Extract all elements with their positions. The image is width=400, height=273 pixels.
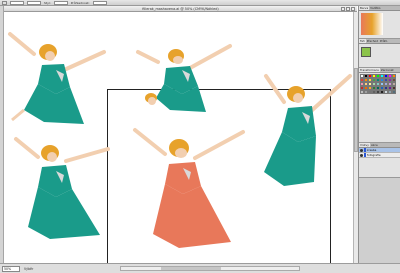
color-panel[interactable] (359, 11, 400, 39)
status-label: Výběr (24, 266, 34, 271)
tab-stroke[interactable]: Tah (359, 39, 366, 43)
layer-name: kresba (367, 148, 377, 152)
tab-gradient[interactable]: Přechod (366, 39, 379, 43)
tab-actions[interactable]: Akce (370, 143, 379, 147)
figure-dancer-2[interactable] (134, 42, 244, 122)
swatch-44[interactable] (392, 90, 396, 94)
layer-name: fotografie (367, 153, 381, 157)
tab-layers[interactable]: Vrstvy (359, 143, 370, 147)
layers-panel[interactable]: kresba fotografie (359, 148, 400, 178)
eye-icon[interactable] (360, 148, 363, 152)
swatches-panel[interactable] (359, 73, 400, 143)
figure-dancer-1[interactable] (4, 32, 114, 132)
minimize-icon[interactable] (341, 7, 345, 11)
layer-color-icon (364, 148, 366, 152)
selection-tool-icon[interactable] (2, 0, 7, 5)
swatch-grid[interactable] (359, 73, 400, 95)
close-icon[interactable] (351, 7, 355, 11)
zoom-field[interactable]: 50% (2, 265, 20, 272)
tab-align[interactable]: Zarovnat (380, 68, 395, 72)
horizontal-scrollbar[interactable] (120, 266, 300, 271)
figure-dancer-4[interactable] (4, 127, 124, 247)
fill-field[interactable] (10, 0, 24, 5)
figure-head-small[interactable] (142, 90, 162, 110)
figure-dancer-5[interactable] (129, 122, 259, 262)
tab-guide[interactable]: Vodítko (369, 6, 381, 10)
maximize-icon[interactable] (346, 7, 350, 11)
opacity-label: Průhlednost: (70, 0, 90, 5)
status-bar: 50% Výběr (0, 263, 400, 273)
style-field[interactable] (53, 0, 68, 5)
document-title: fillerak_mashavena.ai @ 50% (CMYK/Náhled… (142, 6, 219, 11)
tab-transform[interactable]: Transformace (359, 68, 380, 72)
canvas[interactable] (4, 12, 357, 263)
tab-color[interactable]: Barva (359, 6, 370, 10)
opacity-field[interactable] (92, 0, 107, 5)
stroke-panel[interactable] (359, 44, 400, 68)
stroke-field[interactable] (27, 0, 41, 5)
layer-row[interactable]: fotografie (359, 153, 400, 158)
layer-color-icon (364, 153, 366, 157)
tab-transparency[interactable]: Průhl. (379, 39, 389, 43)
panel-dock: Barva Vodítko Tah Přechod Průhl. Transfo… (358, 6, 400, 263)
style-label: Styl: (44, 0, 51, 5)
eye-icon[interactable] (360, 153, 363, 157)
figure-dancer-3[interactable] (254, 62, 357, 212)
